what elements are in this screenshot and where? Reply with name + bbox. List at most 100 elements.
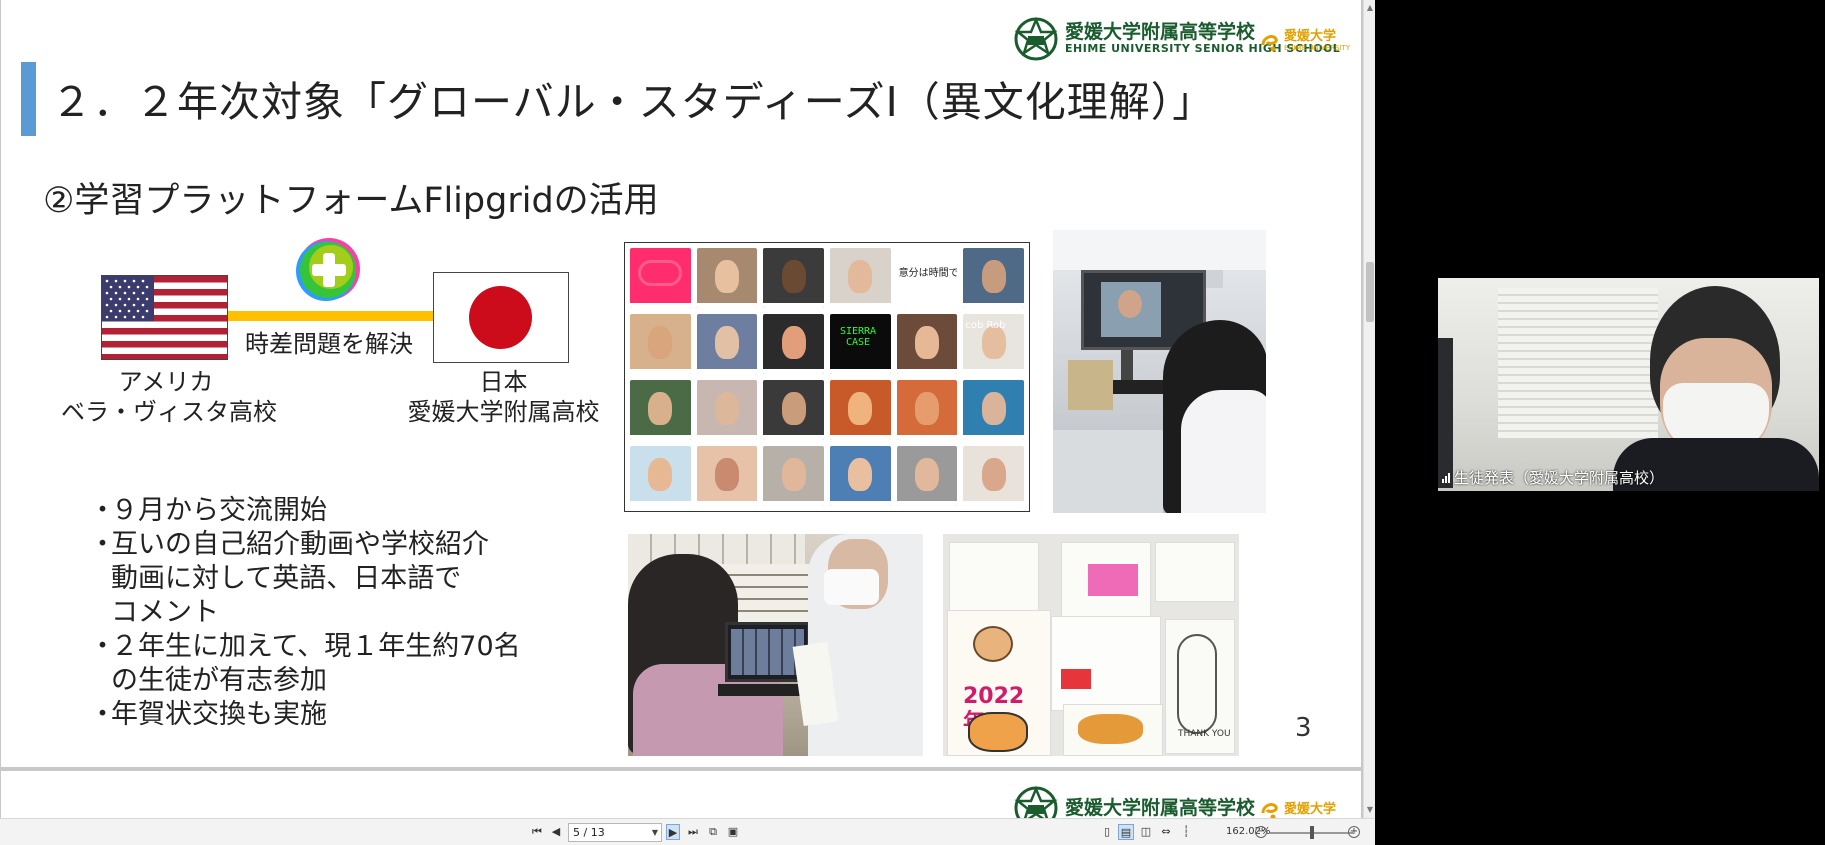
jp-country-label: 日本: [479, 368, 528, 396]
bullet-line: ・互いの自己紹介動画や学校紹介: [89, 528, 521, 562]
bullet-mark: [89, 596, 111, 630]
video-thumbnail: [763, 446, 824, 506]
video-thumbnail: [830, 446, 891, 506]
connector-label: 時差問題を解決: [241, 322, 417, 361]
scroll-down-icon[interactable]: ▼: [1365, 805, 1375, 815]
document-viewer[interactable]: 愛媛大学附属高等学校 EHIME UNIVERSITY SENIOR HIGH …: [0, 0, 1375, 845]
bullet-text: 互いの自己紹介動画や学校紹介: [111, 529, 489, 560]
laptop-balcony-photo: [628, 534, 923, 756]
card-year-text: 2022年: [963, 684, 1025, 735]
page-number-input[interactable]: 5 / 13 ▼: [568, 823, 662, 842]
video-thumbnail: [896, 314, 958, 374]
us-flag-icon: [101, 275, 228, 360]
bullet-mark: ・: [89, 495, 116, 526]
video-thumbnail: [896, 380, 958, 440]
vertical-scrollbar[interactable]: ▲ ▼: [1363, 0, 1375, 818]
video-thumbnail: cob Rob: [963, 314, 1024, 374]
last-page-icon[interactable]: ⏭: [686, 824, 700, 840]
next-university-emblem-icon: [1261, 803, 1278, 818]
viewer-toolbar: ⏮ ◀ 5 / 13 ▼ ▶ ⏭ ⧉ ▣ ▯ ▤ ◫ ⇔ ┆ 162.02% −…: [0, 818, 1375, 845]
jp-school-label: 愛媛大学附属高校: [407, 398, 600, 426]
video-thumbnail: [963, 446, 1024, 506]
single-page-view-icon[interactable]: ▯: [1100, 824, 1114, 840]
bullet-text: ２年生に加えて、現１年生約70名: [111, 631, 521, 662]
jacob-text: cob Rob: [965, 320, 1006, 331]
video-thumbnail: [696, 314, 758, 374]
bullet-line: ・年賀状交換も実施: [89, 698, 521, 732]
video-thumbnail: [696, 248, 758, 308]
bullet-line: ・ ９月から交流開始: [89, 494, 521, 528]
slide-title: ２．２年次対象「グローバル・スタディーズⅠ（異文化理解）」: [51, 78, 1215, 126]
video-thumbnail: [630, 380, 691, 440]
flipgrid-screenshot: 意分は時間です SIERRA CASE cob Rob: [624, 242, 1030, 512]
webcam-video-tile[interactable]: 生徒発表（愛媛大学附属高校）: [1438, 278, 1819, 491]
page-indicator: 5 / 13: [573, 826, 605, 839]
bullet-line: 動画に対して英語、日本語で: [89, 562, 521, 596]
video-thumbnail: [763, 248, 824, 308]
slide-subtitle: ②学習プラットフォームFlipgridの活用: [43, 181, 659, 221]
new-year-cards-photo: 2022年 THANK YOU: [943, 534, 1239, 756]
zoom-slider-thumb[interactable]: [1310, 826, 1314, 839]
card-thanks-text: THANK YOU: [1178, 729, 1231, 739]
scroll-up-icon[interactable]: ▲: [1365, 3, 1375, 13]
video-thumbnail: [830, 248, 891, 308]
continuous-view-icon[interactable]: ▤: [1118, 824, 1134, 840]
video-thumbnail: [830, 380, 891, 440]
title-accent-bar: [21, 62, 36, 136]
next-school-emblem-icon: [1014, 785, 1058, 818]
bullet-mark: ・: [89, 529, 116, 560]
bullet-line: ・ ２年生に加えて、現１年生約70名: [89, 630, 521, 664]
grid-header-text: 意分は時間です: [898, 268, 958, 279]
video-thumbnail: [630, 446, 691, 506]
fit-page-icon[interactable]: ▣: [726, 824, 740, 840]
next-university-logo: 愛媛大学: [1259, 799, 1336, 818]
video-thumbnail: [763, 380, 824, 440]
next-slide-page: 愛媛大学附属高等学校 愛媛大学: [1, 771, 1361, 818]
previous-page-icon[interactable]: ◀: [550, 824, 562, 840]
bullet-mark: ・: [89, 699, 116, 730]
two-page-view-icon[interactable]: ◫: [1138, 824, 1154, 840]
video-thumbnail: SIERRA CASE: [830, 314, 891, 374]
bullet-text: の生徒が有志参加: [111, 665, 327, 696]
university-name-en: EHIME UNIVERSITY: [1284, 44, 1350, 52]
school-emblem-icon: [1014, 16, 1058, 61]
connector-bar: [228, 311, 433, 321]
sierra-case-text: SIERRA CASE: [839, 326, 877, 348]
participant-name: 生徒発表（愛媛大学附属高校）: [1454, 469, 1665, 487]
page-dropdown-icon[interactable]: ▼: [652, 824, 658, 841]
slide-page: 愛媛大学附属高等学校 EHIME UNIVERSITY SENIOR HIGH …: [1, 0, 1361, 767]
us-country-label: アメリカ: [118, 368, 214, 396]
bullet-text: 動画に対して英語、日本語で: [111, 563, 462, 594]
bullet-text: コメント: [111, 597, 219, 628]
copy-icon[interactable]: ⧉: [706, 824, 720, 840]
slide-page-number: 3: [1295, 713, 1312, 743]
fit-width-icon[interactable]: ⇔: [1158, 824, 1174, 840]
webcam-name-label: 生徒発表（愛媛大学附属高校）: [1442, 467, 1664, 488]
zoom-out-icon[interactable]: −: [1255, 826, 1267, 838]
bullet-mark: ・: [89, 631, 116, 662]
video-thumbnail: [696, 380, 758, 440]
separator-icon: ┆: [1182, 825, 1190, 838]
us-country-block: アメリカ ベラ・ヴィスタ高校: [61, 367, 277, 427]
classroom-photo: [1053, 230, 1266, 513]
record-camera-icon: [638, 260, 682, 286]
bullet-mark: [89, 562, 111, 596]
video-thumbnail: [963, 248, 1024, 308]
japan-flag-icon: [433, 272, 569, 363]
zoom-in-icon[interactable]: +: [1348, 826, 1360, 838]
video-thumbnail: [896, 446, 958, 506]
next-school-name-jp: 愛媛大学附属高等学校: [1065, 797, 1256, 818]
bullet-list: ・ ９月から交流開始・互いの自己紹介動画や学校紹介 動画に対して英語、日本語で コメン…: [89, 494, 521, 732]
next-page-icon[interactable]: ▶: [666, 824, 680, 840]
first-page-icon[interactable]: ⏮: [530, 824, 544, 840]
bullet-line: コメント: [89, 596, 521, 630]
video-thumbnail: [963, 380, 1024, 440]
scroll-thumb[interactable]: [1366, 262, 1374, 322]
video-thumbnail: [696, 446, 758, 506]
bullet-text: ９月から交流開始: [111, 495, 327, 526]
university-name-jp: 愛媛大学: [1284, 29, 1337, 44]
us-school-label: ベラ・ヴィスタ高校: [61, 398, 277, 426]
bullet-line: の生徒が有志参加: [89, 664, 521, 698]
university-logo: 愛媛大学 EHIME UNIVERSITY: [1259, 30, 1350, 53]
next-school-logo: 愛媛大学附属高等学校: [1013, 785, 1255, 818]
